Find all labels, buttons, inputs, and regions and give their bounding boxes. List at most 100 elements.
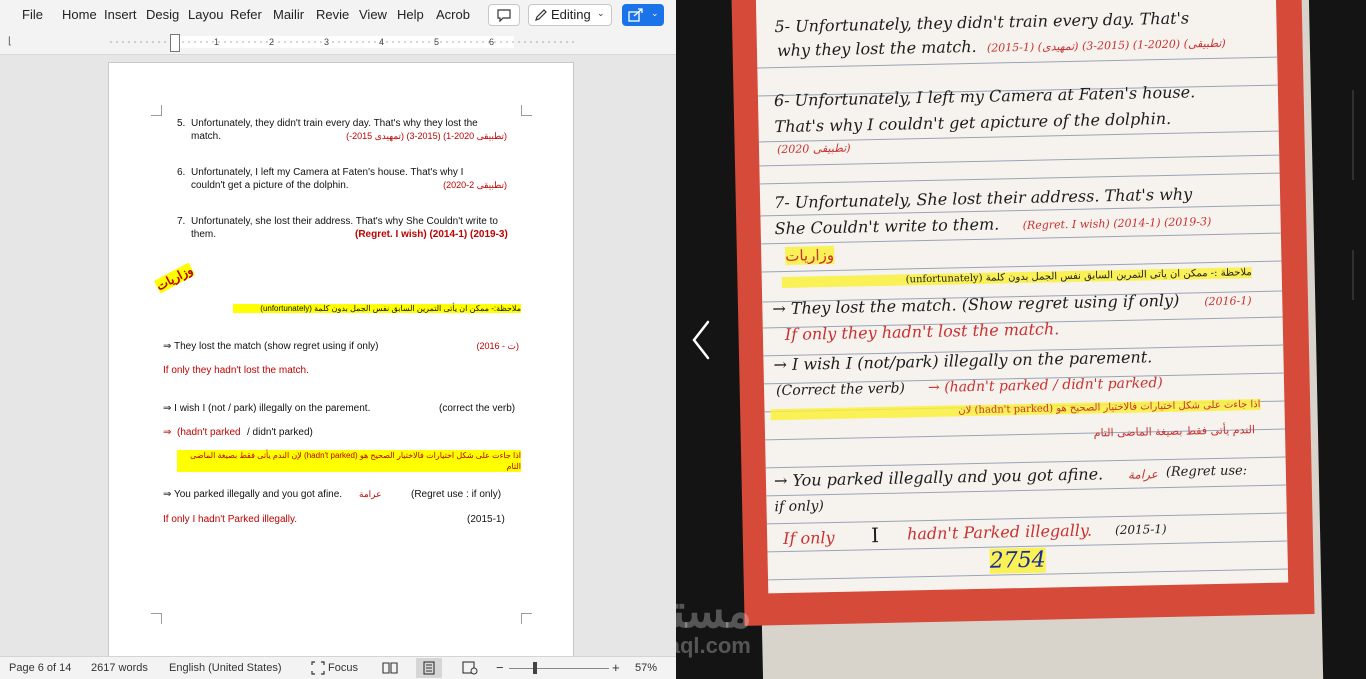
status-bar: Page 6 of 14 2617 words English (United … bbox=[0, 656, 676, 679]
focus-icon bbox=[311, 661, 325, 675]
ruler-number: 4 bbox=[379, 37, 385, 47]
word-window: File Home Insert Desig Layou Refer Maili… bbox=[0, 0, 676, 679]
answer2-rest: / didn't parked) bbox=[247, 427, 313, 438]
tab-file[interactable]: File bbox=[22, 7, 43, 22]
chevron-down-icon: ⌄ bbox=[597, 8, 605, 18]
photo-viewer: 5- Unfortunately, they didn't train ever… bbox=[676, 0, 1366, 679]
zoom-in-button[interactable]: + bbox=[612, 660, 620, 675]
share-button[interactable]: ⌄ bbox=[622, 4, 664, 26]
notebook-page: 5- Unfortunately, they didn't train ever… bbox=[755, 0, 1289, 594]
editing-mode-button[interactable]: Editing ⌄ bbox=[528, 4, 612, 26]
focus-button[interactable]: Focus bbox=[328, 662, 358, 674]
comment-icon bbox=[497, 9, 511, 23]
note-mark: 2754 bbox=[989, 547, 1046, 574]
tab-review[interactable]: Revie bbox=[316, 7, 352, 22]
item-number: 5. bbox=[177, 118, 186, 129]
margin-corner bbox=[151, 613, 162, 624]
note-ref: (Regret. I wish) (2014-1) (2019-3) bbox=[1022, 215, 1212, 232]
indent-marker[interactable] bbox=[170, 34, 180, 52]
ruled-line bbox=[759, 172, 1280, 185]
ruler-number: 1 bbox=[214, 37, 220, 47]
note-remark: الندم يأتى فقط بصيغة الماضى التام bbox=[1093, 423, 1256, 440]
tab-mailings[interactable]: Mailir bbox=[273, 7, 311, 22]
note-remark: اذا جاءت على شكل اختيارات فالاختيار الصح… bbox=[770, 399, 1261, 421]
chevron-down-icon: ⌄ bbox=[651, 8, 659, 18]
note-line: why they lost the match. bbox=[776, 36, 977, 61]
note-answer: I bbox=[870, 523, 880, 548]
ruler-scale: 1 2 3 4 5 6 bbox=[108, 34, 574, 52]
word-count[interactable]: 2617 words bbox=[91, 662, 148, 674]
zoom-level[interactable]: 57% bbox=[635, 662, 657, 674]
read-mode-icon[interactable] bbox=[382, 661, 398, 675]
print-layout-button[interactable] bbox=[416, 658, 442, 678]
margin-corner bbox=[521, 105, 532, 116]
note-line: ملاحظة:- ممكن ان يأتى التمرين السابق نفس… bbox=[233, 304, 521, 313]
share-icon bbox=[628, 8, 643, 22]
pencil-icon bbox=[535, 9, 547, 21]
tab-help[interactable]: Help bbox=[397, 7, 424, 22]
watermark-latin: mostaql.com bbox=[676, 633, 751, 658]
zoom-out-button[interactable]: − bbox=[496, 660, 504, 675]
watermark-arabic: مستقل bbox=[676, 585, 752, 637]
note-line: → I wish I (not/park) illegally on the p… bbox=[773, 347, 1153, 375]
question3-word: عرامة bbox=[359, 489, 382, 499]
note-answer: hadn't Parked illegally. bbox=[906, 520, 1093, 544]
answer3: If only I hadn't Parked illegally. bbox=[163, 514, 298, 525]
tab-view[interactable]: View bbox=[359, 7, 387, 22]
answer2-note: اذا جاءت على شكل اختيارات فالاختيار الصح… bbox=[177, 450, 521, 472]
note-line: That's why I couldn't get apicture of th… bbox=[774, 108, 1172, 137]
note-heading: وزاريات bbox=[785, 245, 835, 265]
item7-ref: (Regret. I wish) (2014-1) (2019-3) bbox=[355, 229, 508, 240]
note-line: 6- Unfortunately, I left my Camera at Fa… bbox=[773, 82, 1196, 111]
language-indicator[interactable]: English (United States) bbox=[169, 662, 282, 674]
answer3-ref: (2015-1) bbox=[467, 514, 505, 525]
scroll-indicator bbox=[1352, 90, 1354, 180]
zoom-slider[interactable] bbox=[509, 662, 609, 674]
ruler-number: 3 bbox=[324, 37, 330, 47]
note-word: عرامة bbox=[1127, 467, 1159, 482]
question2-hint: (correct the verb) bbox=[439, 403, 516, 414]
previous-image-button[interactable] bbox=[688, 318, 716, 362]
watermark: مستقل mostaql.com bbox=[676, 588, 768, 658]
item5-line1: Unfortunately, they didn't train every d… bbox=[191, 118, 478, 129]
note-answer: If only bbox=[782, 527, 835, 549]
note-line: if only) bbox=[774, 498, 825, 516]
document-page[interactable]: 5. Unfortunately, they didn't train ever… bbox=[108, 62, 574, 672]
zoom-slider-thumb[interactable] bbox=[533, 662, 537, 674]
item-number: 6. bbox=[177, 167, 186, 178]
tab-layout[interactable]: Layou bbox=[188, 7, 224, 22]
note-ref: (2016-1) bbox=[1204, 294, 1252, 309]
question2: ⇒ I wish I (not / park) illegally on the… bbox=[163, 403, 371, 414]
margin-corner bbox=[151, 105, 162, 116]
ruler-number: 2 bbox=[269, 37, 275, 47]
item5-line2: match. bbox=[191, 131, 222, 142]
horizontal-ruler[interactable]: ⌊ 1 2 3 4 5 6 bbox=[0, 32, 676, 55]
tab-references[interactable]: Refer bbox=[230, 7, 268, 22]
note-ref: (2015-1) bbox=[1114, 522, 1167, 538]
editing-label: Editing bbox=[551, 7, 591, 22]
ribbon-tabs: File Home Insert Desig Layou Refer Maili… bbox=[0, 0, 676, 33]
page-count[interactable]: Page 6 of 14 bbox=[9, 662, 71, 674]
item6-ref: (تطبيقى 2-2020) bbox=[443, 180, 507, 190]
note-ref: (2015-1) (تمهيدى) (2015-3) (2020-1) (تطب… bbox=[986, 36, 1226, 55]
web-layout-icon[interactable] bbox=[462, 661, 478, 675]
scroll-indicator bbox=[1352, 250, 1354, 300]
note-answer: If only they hadn't lost the match. bbox=[784, 319, 1060, 344]
item7-line2: them. bbox=[191, 229, 217, 240]
section-heading: وزاريات bbox=[153, 262, 196, 294]
note-line: (Regret use: bbox=[1165, 463, 1248, 481]
ruled-line bbox=[759, 154, 1280, 167]
tab-insert[interactable]: Insert bbox=[104, 7, 140, 22]
ruler-number: 6 bbox=[489, 37, 495, 47]
tab-acrobat[interactable]: Acrob bbox=[436, 7, 474, 22]
note-line: → They lost the match. (Show regret usin… bbox=[772, 290, 1180, 319]
question3: ⇒ You parked illegally and you got afine… bbox=[163, 489, 343, 500]
answer2-arrow: ⇒ bbox=[163, 427, 172, 438]
answer1: If only they hadn't lost the match. bbox=[163, 365, 309, 376]
note-ref: (2020 تطبيقى) bbox=[776, 141, 851, 157]
tab-stop-selector[interactable]: ⌊ bbox=[8, 36, 12, 47]
note-line: 5- Unfortunately, they didn't train ever… bbox=[774, 8, 1190, 37]
tab-home[interactable]: Home bbox=[62, 7, 98, 22]
comments-button[interactable] bbox=[488, 4, 520, 26]
tab-design[interactable]: Desig bbox=[146, 7, 182, 22]
